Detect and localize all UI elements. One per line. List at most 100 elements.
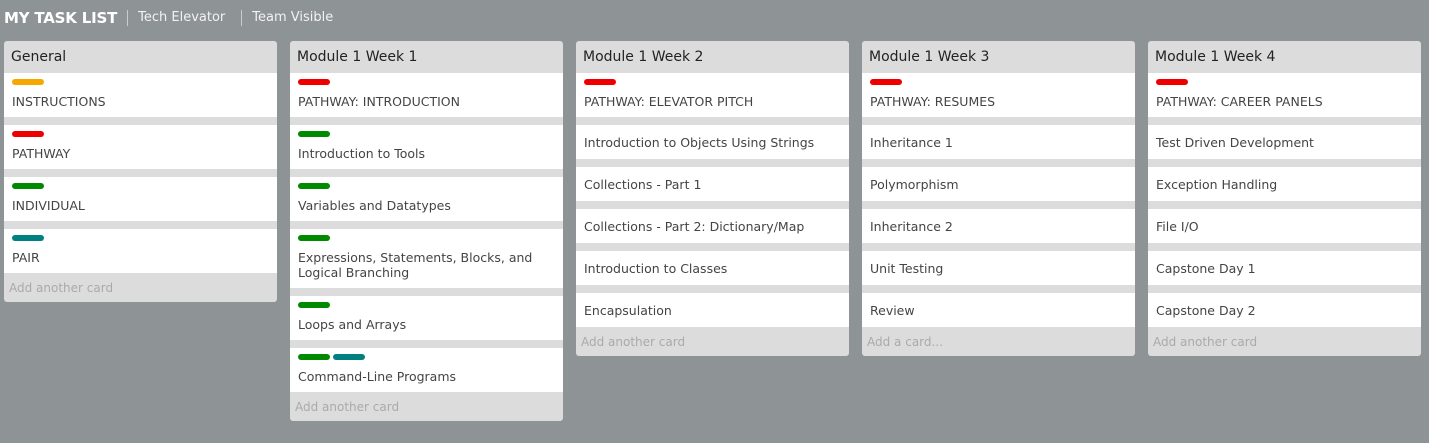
- card-title: PATHWAY: INTRODUCTION: [298, 94, 460, 109]
- board-title[interactable]: MY TASK LIST: [4, 9, 127, 27]
- card-title: Capstone Day 2: [1156, 303, 1256, 318]
- task-card[interactable]: Introduction to Objects Using Strings: [576, 125, 849, 159]
- card-labels: [1156, 79, 1413, 87]
- task-card[interactable]: PAIR: [4, 229, 277, 273]
- card-title: Introduction to Classes: [584, 261, 728, 276]
- card-title: INSTRUCTIONS: [12, 94, 106, 109]
- task-card[interactable]: INSTRUCTIONS: [4, 73, 277, 117]
- board-lists: General INSTRUCTIONS PATHWAY INDIVIDUAL PAIR…: [4, 41, 1421, 421]
- label-red[interactable]: [870, 79, 902, 85]
- card-title: Collections - Part 2: Dictionary/Map: [584, 219, 805, 234]
- label-green[interactable]: [298, 354, 330, 360]
- card-title: PATHWAY: ELEVATOR PITCH: [584, 94, 754, 109]
- task-card[interactable]: Exception Handling: [1148, 167, 1421, 201]
- task-card[interactable]: Encapsulation: [576, 293, 849, 327]
- label-green[interactable]: [298, 183, 330, 189]
- task-card[interactable]: Capstone Day 1: [1148, 251, 1421, 285]
- task-card[interactable]: Inheritance 1: [862, 125, 1135, 159]
- card-title: Unit Testing: [870, 261, 944, 276]
- label-green[interactable]: [298, 131, 330, 137]
- card-title: PATHWAY: RESUMES: [870, 94, 996, 109]
- task-card[interactable]: Test Driven Development: [1148, 125, 1421, 159]
- card-title: PATHWAY: [12, 146, 71, 161]
- task-card[interactable]: Loops and Arrays: [290, 296, 563, 340]
- label-teal[interactable]: [333, 354, 365, 360]
- org-link-tech-elevator[interactable]: Tech Elevator: [127, 10, 241, 26]
- card-title: Encapsulation: [584, 303, 672, 318]
- card-labels: [298, 131, 555, 139]
- card-labels: [298, 235, 555, 243]
- card-title: Inheritance 2: [870, 219, 953, 234]
- label-teal[interactable]: [12, 235, 44, 241]
- task-card[interactable]: PATHWAY: INTRODUCTION: [290, 73, 563, 117]
- list-column: General INSTRUCTIONS PATHWAY INDIVIDUAL PAIR…: [4, 41, 277, 302]
- task-card[interactable]: File I/O: [1148, 209, 1421, 243]
- card-title: Expressions, Statements, Blocks, and Log…: [298, 250, 533, 280]
- card-title: PATHWAY: CAREER PANELS: [1156, 94, 1323, 109]
- card-title: Collections - Part 1: [584, 177, 702, 192]
- list-column: Module 1 Week 1 PATHWAY: INTRODUCTION Intr…: [290, 41, 563, 421]
- task-card[interactable]: PATHWAY: CAREER PANELS: [1148, 73, 1421, 117]
- list-title[interactable]: General: [4, 41, 277, 73]
- task-card[interactable]: Introduction to Tools: [290, 125, 563, 169]
- task-card[interactable]: Introduction to Classes: [576, 251, 849, 285]
- card-labels: [298, 79, 555, 87]
- task-card[interactable]: Review: [862, 293, 1135, 327]
- add-card-button[interactable]: Add a card...: [862, 327, 1135, 356]
- add-card-button[interactable]: Add another card: [1148, 327, 1421, 356]
- card-title: Command-Line Programs: [298, 369, 457, 384]
- card-title: Exception Handling: [1156, 177, 1278, 192]
- task-card[interactable]: PATHWAY: ELEVATOR PITCH: [576, 73, 849, 117]
- card-title: Loops and Arrays: [298, 317, 407, 332]
- task-card[interactable]: Collections - Part 1: [576, 167, 849, 201]
- label-green[interactable]: [298, 235, 330, 241]
- task-card[interactable]: Collections - Part 2: Dictionary/Map: [576, 209, 849, 243]
- task-card[interactable]: Command-Line Programs: [290, 348, 563, 392]
- label-red[interactable]: [12, 131, 44, 137]
- add-card-button[interactable]: Add another card: [576, 327, 849, 356]
- card-title: Introduction to Tools: [298, 146, 425, 161]
- add-card-button[interactable]: Add another card: [4, 273, 277, 302]
- task-card[interactable]: Unit Testing: [862, 251, 1135, 285]
- visibility-team-visible[interactable]: Team Visible: [241, 10, 349, 26]
- label-red[interactable]: [1156, 79, 1188, 85]
- card-labels: [12, 79, 269, 87]
- label-red[interactable]: [584, 79, 616, 85]
- card-labels: [298, 302, 555, 310]
- label-green[interactable]: [12, 183, 44, 189]
- task-card[interactable]: Inheritance 2: [862, 209, 1135, 243]
- card-title: Capstone Day 1: [1156, 261, 1256, 276]
- list-column: Module 1 Week 4 PATHWAY: CAREER PANELS Tes…: [1148, 41, 1421, 356]
- list-column: Module 1 Week 2 PATHWAY: ELEVATOR PITCH In…: [576, 41, 849, 356]
- label-yellow[interactable]: [12, 79, 44, 85]
- task-card[interactable]: PATHWAY: RESUMES: [862, 73, 1135, 117]
- task-card[interactable]: Capstone Day 2: [1148, 293, 1421, 327]
- list-title[interactable]: Module 1 Week 2: [576, 41, 849, 73]
- card-labels: [12, 183, 269, 191]
- list-title[interactable]: Module 1 Week 3: [862, 41, 1135, 73]
- label-red[interactable]: [298, 79, 330, 85]
- task-card[interactable]: Expressions, Statements, Blocks, and Log…: [290, 229, 563, 288]
- card-title: Polymorphism: [870, 177, 959, 192]
- card-title: Introduction to Objects Using Strings: [584, 135, 815, 150]
- card-labels: [584, 79, 841, 87]
- card-title: Review: [870, 303, 915, 318]
- card-labels: [12, 131, 269, 139]
- card-labels: [298, 183, 555, 191]
- card-labels: [870, 79, 1127, 87]
- board-header: MY TASK LIST Tech Elevator Team Visible: [0, 0, 1429, 36]
- list-title[interactable]: Module 1 Week 4: [1148, 41, 1421, 73]
- list-title[interactable]: Module 1 Week 1: [290, 41, 563, 73]
- card-labels: [12, 235, 269, 243]
- task-card[interactable]: PATHWAY: [4, 125, 277, 169]
- card-title: PAIR: [12, 250, 40, 265]
- task-card[interactable]: Polymorphism: [862, 167, 1135, 201]
- task-card[interactable]: INDIVIDUAL: [4, 177, 277, 221]
- card-labels: [298, 354, 555, 362]
- task-card[interactable]: Variables and Datatypes: [290, 177, 563, 221]
- label-green[interactable]: [298, 302, 330, 308]
- add-card-button[interactable]: Add another card: [290, 392, 563, 421]
- card-title: File I/O: [1156, 219, 1199, 234]
- list-column: Module 1 Week 3 PATHWAY: RESUMES Inheritan…: [862, 41, 1135, 356]
- card-title: Inheritance 1: [870, 135, 953, 150]
